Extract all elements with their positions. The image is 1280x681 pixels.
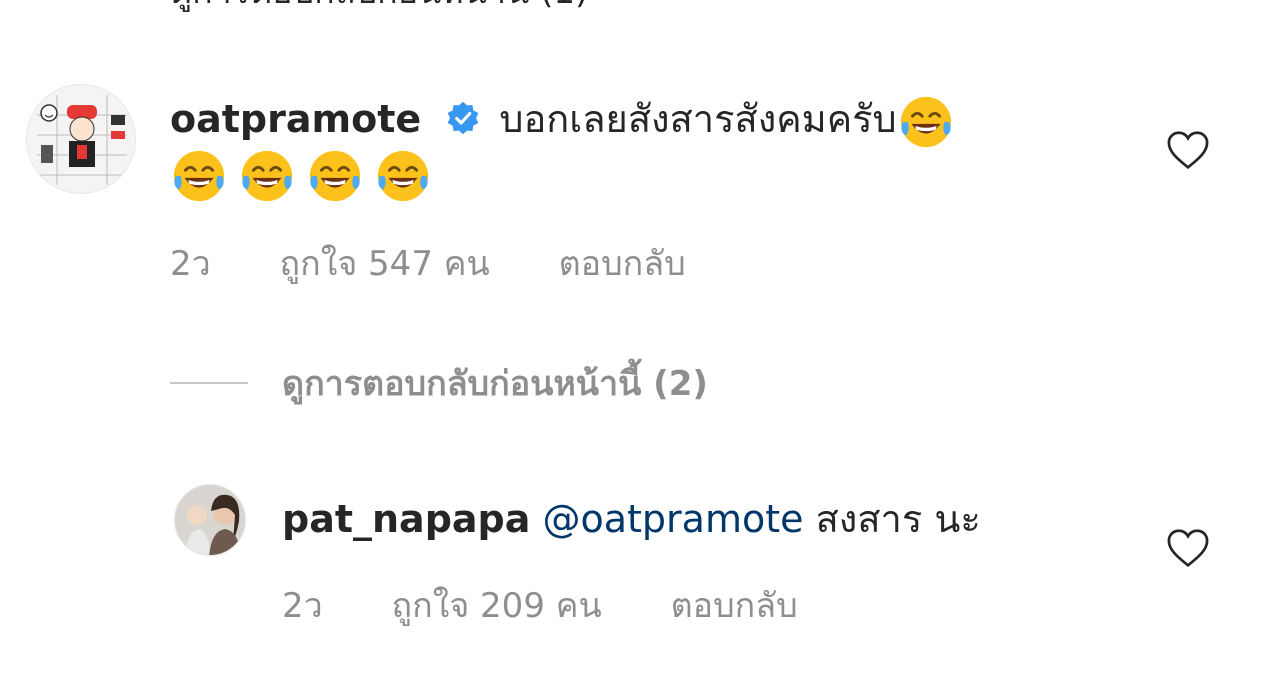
comment-text-line: oatpramote บอกเลยสังสารสังคมครับ [170,92,965,151]
likes-count[interactable]: ถูกใจ 547 คน [280,244,490,284]
divider-dash [170,382,248,384]
reply-button[interactable]: ตอบกลับ [559,244,686,284]
face-with-tears-of-joy-icon [900,96,951,147]
face-with-tears-of-joy-icon [173,150,225,201]
username[interactable]: oatpramote [170,97,421,141]
cut-text-line: ดูการตอบกลับก่อนหน้านี้ (1) [170,0,870,12]
timestamp: 2ว [170,244,211,284]
avatar-photo [175,485,245,555]
avatar[interactable] [174,484,246,556]
likes-count[interactable]: ถูกใจ 209 คน [392,586,602,626]
heart-icon[interactable] [1166,528,1210,568]
emoji-line [170,146,442,205]
face-with-tears-of-joy-icon [377,150,429,201]
comment-text-line: pat_napapa @oatpramote สงสาร นะ [282,492,981,546]
timestamp: 2ว [282,586,323,626]
reply-button[interactable]: ตอบกลับ [671,586,798,626]
comment-body: สงสาร นะ [815,497,981,541]
comment-meta: 2ว ถูกใจ 547 คน ตอบกลับ [170,236,744,290]
view-previous-replies[interactable]: ดูการตอบกลับก่อนหน้านี้ (2) [170,358,708,408]
avatar-illustration [27,85,135,193]
face-with-tears-of-joy-icon [241,150,293,201]
username[interactable]: pat_napapa [282,497,530,541]
avatar[interactable] [26,84,136,194]
view-replies-label[interactable]: ดูการตอบกลับก่อนหน้านี้ (2) [282,356,708,410]
previous-replies-cut: ดูการตอบกลับก่อนหน้านี้ (1) [170,0,870,12]
comment-meta: 2ว ถูกใจ 209 คน ตอบกลับ [282,578,856,632]
verified-badge-icon [447,101,479,134]
mention-link[interactable]: @oatpramote [543,497,804,541]
heart-icon[interactable] [1166,130,1210,170]
comment-body: บอกเลยสังสารสังคมครับ [499,97,897,141]
face-with-tears-of-joy-icon [309,150,361,201]
